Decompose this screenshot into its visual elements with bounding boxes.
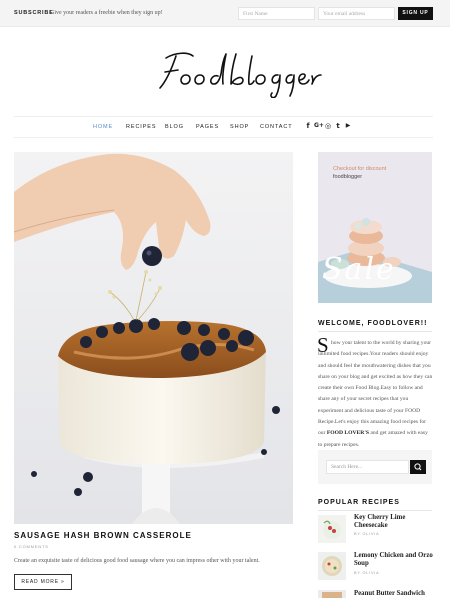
nav-divider-bottom — [14, 137, 433, 138]
subscribe-label: SUBSCRIBE — [14, 10, 54, 16]
popular-recipe-author: BY OLIVIA — [354, 532, 380, 536]
popular-recipe-author: BY OLIVIA — [354, 571, 380, 575]
nav-item-recipes[interactable]: RECIPES — [126, 124, 156, 130]
subscribe-description: Give your readers a freebie when they si… — [50, 9, 163, 16]
instagram-icon[interactable]: ◎ — [324, 122, 332, 130]
subscribe-bar: SUBSCRIBE Give your readers a freebie wh… — [0, 0, 450, 27]
twitter-icon[interactable]: t — [334, 122, 342, 130]
popular-recipes-title: POPULAR RECIPES — [318, 499, 400, 506]
nav-divider-top — [14, 116, 433, 117]
first-name-input[interactable]: First Name — [238, 7, 315, 20]
google-plus-icon[interactable]: G+ — [314, 122, 324, 130]
sale-ad-banner[interactable]: Checkout for discount foodblogger Sale — [318, 152, 432, 303]
search-button[interactable] — [410, 460, 426, 474]
youtube-icon[interactable]: ▶ — [344, 122, 352, 130]
nav-item-blog[interactable]: BLOG — [165, 124, 184, 130]
sign-up-button[interactable]: SIGN UP — [398, 7, 433, 20]
post-comments[interactable]: 0 COMMENTS — [14, 544, 49, 549]
nav-item-shop[interactable]: SHOP — [230, 124, 249, 130]
post-excerpt: Create an exquisite taste of delicious g… — [14, 558, 260, 564]
hero-image-cake[interactable] — [14, 152, 293, 524]
search-input[interactable]: Search Here... — [326, 460, 409, 474]
site-logo[interactable] — [0, 48, 450, 98]
widget-divider — [318, 510, 432, 511]
ad-sale-word: Sale — [322, 252, 396, 287]
popular-recipe-title[interactable]: Key Cherry Lime Cheesecake — [354, 514, 436, 531]
nav-item-contact[interactable]: CONTACT — [260, 124, 292, 130]
widget-divider — [318, 331, 432, 332]
popular-recipe-title[interactable]: Peanut Butter Sandwich — [354, 590, 436, 598]
popular-recipe-title[interactable]: Lemony Chicken and Orzo Soup — [354, 552, 436, 569]
recipe-thumbnail[interactable] — [318, 552, 346, 580]
read-more-button[interactable]: READ MORE » — [14, 574, 72, 590]
search-icon — [414, 463, 422, 471]
post-title[interactable]: SAUSAGE HASH BROWN CASSEROLE — [14, 531, 192, 540]
ad-discount-text: Checkout for discount — [333, 166, 387, 172]
welcome-text: how your talent to the world by sharing … — [318, 340, 433, 448]
facebook-icon[interactable]: f — [304, 122, 312, 130]
nav-item-home[interactable]: HOME — [93, 124, 113, 130]
nav-item-pages[interactable]: PAGES — [196, 124, 219, 130]
welcome-widget-title: WELCOME, FOODLOVER!! — [318, 320, 428, 327]
ad-brand-text: foodblogger — [333, 174, 363, 180]
recipe-thumbnail[interactable] — [318, 515, 346, 543]
recipe-thumbnail[interactable] — [318, 590, 346, 598]
email-input[interactable]: Your email address — [318, 7, 395, 20]
